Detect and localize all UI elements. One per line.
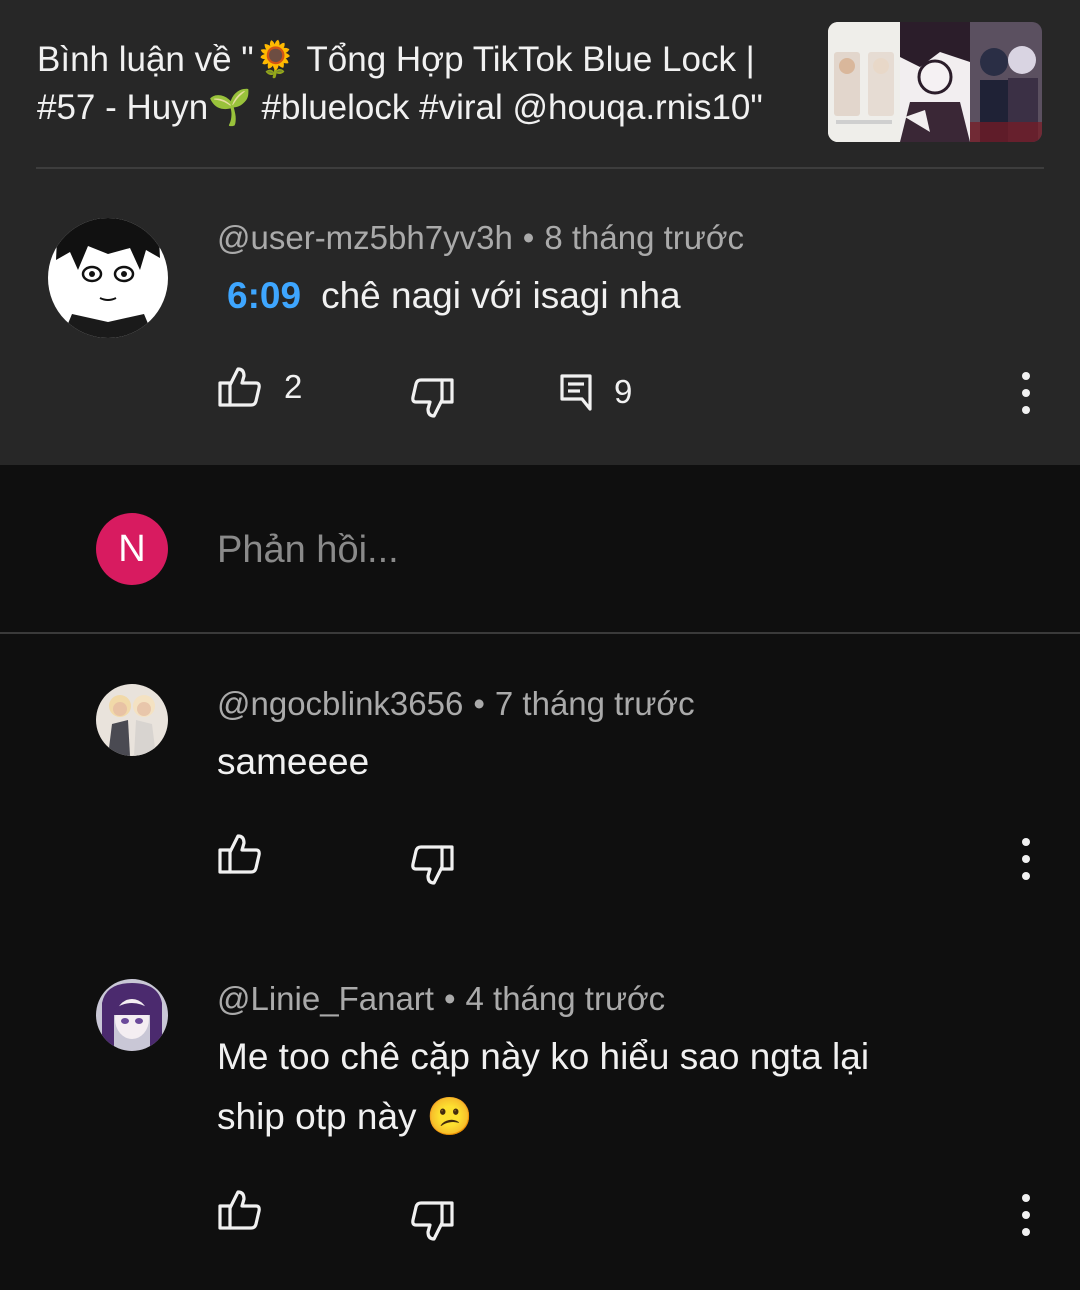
like-count: 2 <box>284 368 303 405</box>
dislike-button[interactable] <box>410 377 454 419</box>
header-divider <box>36 167 1044 169</box>
meta-separator: • <box>473 685 485 722</box>
meta-separator: • <box>443 980 456 1017</box>
reply-author[interactable]: @Linie_Fanart <box>217 980 434 1017</box>
dislike-button[interactable] <box>410 1200 454 1242</box>
comment-text: chê nagi với isagi nha <box>321 275 681 316</box>
timestamp-link[interactable]: 6:09 <box>227 275 301 316</box>
thumbs-down-icon <box>411 378 454 418</box>
reply-more-button[interactable] <box>1016 1190 1036 1240</box>
like-button[interactable] <box>218 1189 262 1231</box>
reply-composer: N <box>0 465 1080 633</box>
reply-text: Me too chê cặp này ko hiểu sao ngta lại … <box>217 1036 870 1137</box>
thumbnail-panel-manga <box>900 22 970 142</box>
reply-more-button[interactable] <box>1016 834 1036 884</box>
comment-time: 8 tháng trước <box>544 219 745 256</box>
reply-icon <box>560 374 592 411</box>
comment-author[interactable]: @user-mz5bh7yv3h <box>217 219 513 256</box>
video-title: Bình luận về "🌻 Tổng Hợp TikTok Blue Loc… <box>37 40 763 127</box>
meta-separator: • <box>522 219 535 256</box>
current-user-avatar[interactable]: N <box>96 513 168 585</box>
comment-body: 6:09 chê nagi với isagi nha <box>217 266 681 326</box>
reply-input[interactable] <box>217 523 997 577</box>
reply-count: 9 <box>614 373 633 410</box>
thumbs-up-icon <box>218 834 261 874</box>
comment-thread-header: Bình luận về "🌻 Tổng Hợp TikTok Blue Loc… <box>0 0 1080 465</box>
more-vert-icon <box>1022 838 1030 880</box>
reply-meta: @ngocblink3656 • 7 tháng trước <box>217 685 695 723</box>
reply-meta: @Linie_Fanart • 4 tháng trước <box>217 980 665 1018</box>
more-vert-icon <box>1022 1194 1030 1236</box>
like-button[interactable]: 2 <box>218 366 302 408</box>
comment-meta: @user-mz5bh7yv3h • 8 tháng trước <box>217 219 744 257</box>
thumbs-down-icon <box>411 845 454 885</box>
thumbs-up-icon <box>218 1190 261 1230</box>
reply-time: 4 tháng trước <box>465 980 666 1017</box>
comment-avatar[interactable] <box>48 218 168 338</box>
reply-author[interactable]: @ngocblink3656 <box>217 685 463 722</box>
comment-more-button[interactable] <box>1016 368 1036 418</box>
reply-avatar[interactable] <box>96 979 168 1051</box>
reply-text: sameeee <box>217 741 370 782</box>
like-button[interactable] <box>218 833 262 875</box>
reply-divider <box>0 632 1080 634</box>
thumbs-up-icon <box>218 367 261 407</box>
replies-button[interactable]: 9 <box>560 373 632 411</box>
reply-avatar[interactable] <box>96 684 168 756</box>
thumbnail-panel-characters <box>970 22 1042 142</box>
thumbnail-panel-dolls <box>828 22 900 142</box>
reply-time: 7 tháng trước <box>494 685 695 722</box>
dislike-button[interactable] <box>410 844 454 886</box>
video-thumbnail[interactable] <box>828 22 1042 142</box>
more-vert-icon <box>1022 372 1030 414</box>
thumbs-down-icon <box>411 1201 454 1241</box>
